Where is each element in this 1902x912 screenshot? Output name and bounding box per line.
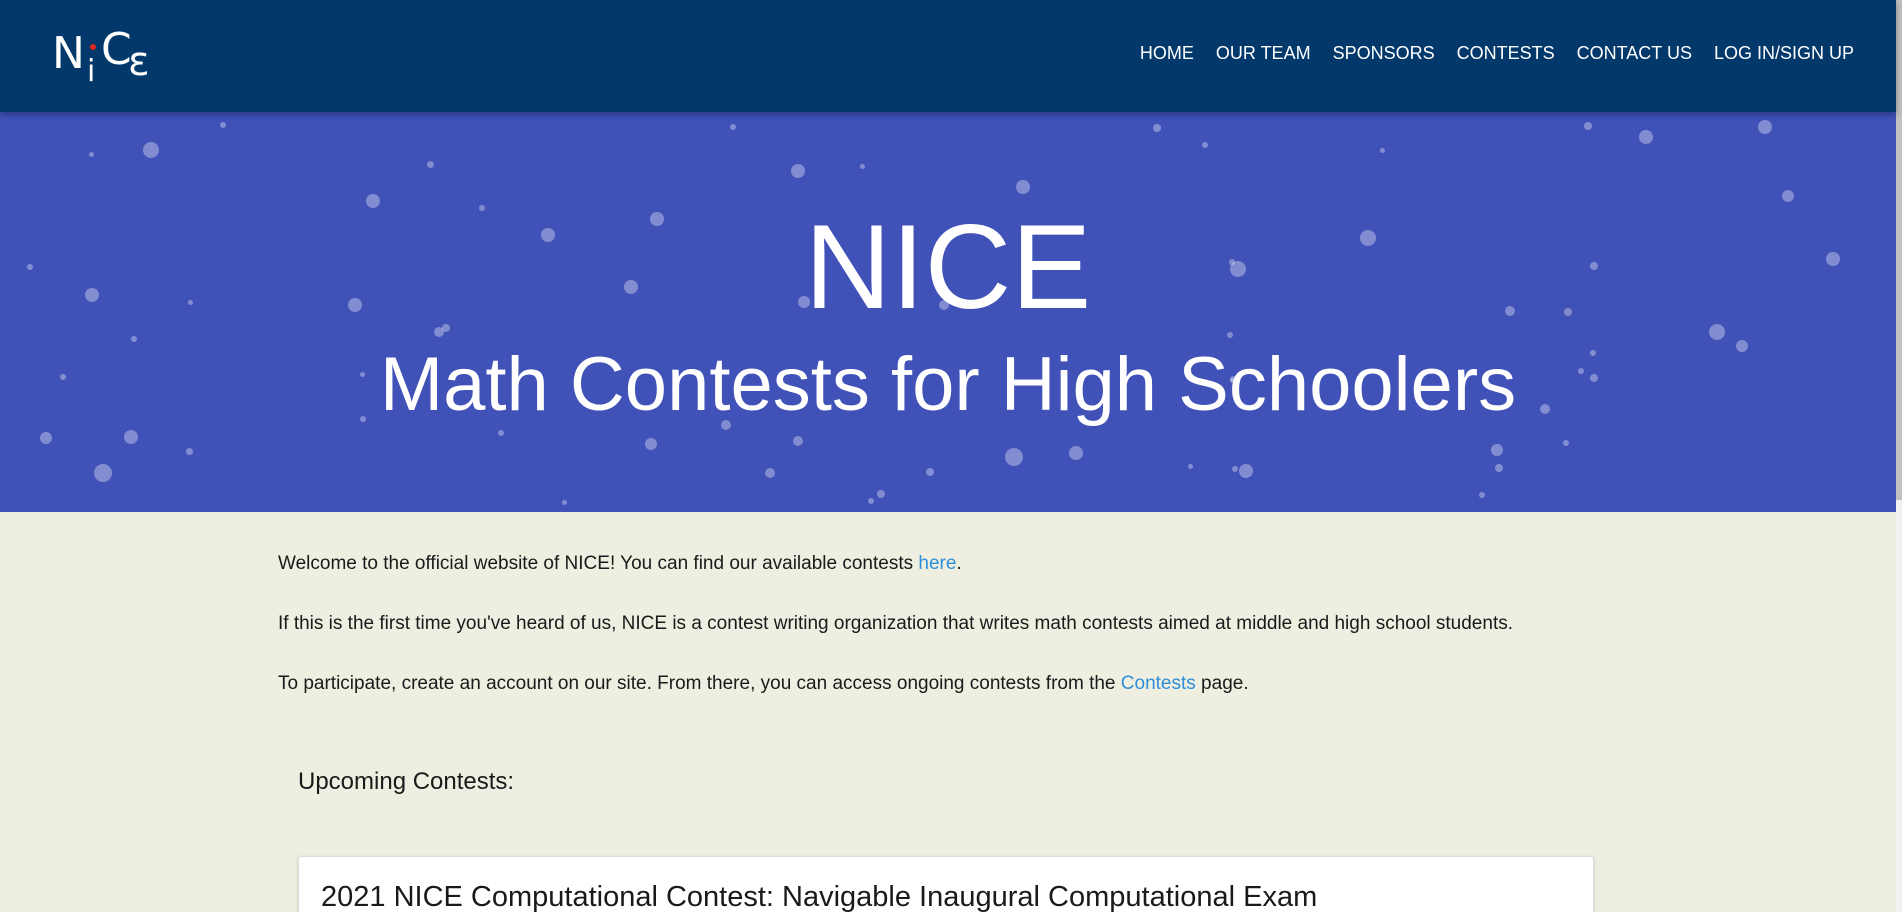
particle-dot (1563, 440, 1569, 446)
particle-dot (1227, 332, 1233, 338)
particle-dot (926, 468, 934, 476)
nav-sponsors-link[interactable]: SPONSORS (1333, 40, 1435, 66)
about-paragraph: If this is the first time you've heard o… (278, 613, 1513, 634)
welcome-text-end: . (956, 553, 962, 574)
particle-dot (94, 464, 112, 482)
hero-subtitle: Math Contests for High Schoolers (379, 342, 1517, 427)
particle-dot (220, 122, 226, 128)
particle-dot (1479, 492, 1485, 498)
page-scrollbar[interactable] (1896, 0, 1902, 912)
particle-dot (1782, 190, 1794, 202)
particle-dot (89, 152, 94, 157)
nav-login-signup-link[interactable]: LOG IN/SIGN UP (1714, 40, 1854, 66)
particle-dot (791, 164, 805, 178)
particle-dot (1005, 448, 1023, 466)
particle-dot (877, 490, 885, 498)
particle-dot (868, 498, 874, 504)
particle-dot (1232, 466, 1238, 472)
scrollbar-thumb[interactable] (1896, 0, 1902, 500)
upcoming-contests-heading: Upcoming Contests: (298, 768, 515, 795)
particle-dot (498, 430, 504, 436)
contests-here-link[interactable]: here (918, 553, 956, 574)
main-nav: HOME OUR TEAM SPONSORS CONTESTS CONTACT … (1118, 40, 1854, 66)
particle-dot (1239, 464, 1253, 478)
logo-red-dot (90, 44, 96, 50)
particle-dot (562, 500, 567, 505)
particle-dot (124, 430, 138, 444)
particle-dot (1188, 464, 1193, 469)
particle-dot (1491, 444, 1503, 456)
particle-dot (427, 161, 434, 168)
contests-page-link[interactable]: Contests (1121, 673, 1196, 694)
participate-paragraph: To participate, create an account on our… (278, 670, 1638, 697)
particle-dot (1495, 464, 1503, 472)
hero-banner: NICE Math Contests for High Schoolers (0, 112, 1896, 512)
particle-dot (143, 142, 159, 158)
particle-dot (730, 124, 736, 130)
hero-title: NICE (804, 200, 1092, 334)
logo-letter-n: N (52, 28, 85, 79)
particle-dot (645, 438, 657, 450)
navbar: N i C ε HOME OUR TEAM SPONSORS CONTESTS … (0, 0, 1896, 112)
contest-title[interactable]: 2021 NICE Computational Contest: Navigab… (321, 879, 1317, 912)
particle-dot (1584, 122, 1592, 130)
particle-dot (1153, 124, 1161, 132)
particle-dot (1758, 120, 1772, 134)
logo-letter-i: i (87, 54, 96, 89)
particle-dot (1639, 130, 1653, 144)
site-logo[interactable]: N i C ε (52, 24, 162, 89)
welcome-text: Welcome to the official website of NICE!… (278, 553, 919, 574)
main-content: Welcome to the official website of NICE!… (278, 550, 1638, 730)
particle-dot (1069, 446, 1083, 460)
participate-text-end: page. (1195, 673, 1249, 694)
nav-contests-link[interactable]: CONTESTS (1457, 40, 1555, 66)
nav-contact-us-link[interactable]: CONTACT US (1577, 40, 1692, 66)
particle-dot (1380, 148, 1385, 153)
particle-dot (793, 436, 803, 446)
nav-our-team-link[interactable]: OUR TEAM (1216, 40, 1311, 66)
welcome-paragraph: Welcome to the official website of NICE!… (278, 550, 1638, 577)
particle-dot (40, 432, 52, 444)
participate-text: To participate, create an account on our… (278, 673, 1121, 694)
particle-dot (1016, 180, 1030, 194)
particle-dot (1202, 142, 1208, 148)
logo-letter-e: ε (128, 39, 150, 85)
particle-dot (765, 468, 775, 478)
page: N i C ε HOME OUR TEAM SPONSORS CONTESTS … (0, 0, 1902, 912)
particle-dot (860, 164, 865, 169)
contest-card[interactable]: 2021 NICE Computational Contest: Navigab… (298, 856, 1594, 912)
particle-dot (186, 448, 193, 455)
nav-home-link[interactable]: HOME (1140, 40, 1194, 66)
